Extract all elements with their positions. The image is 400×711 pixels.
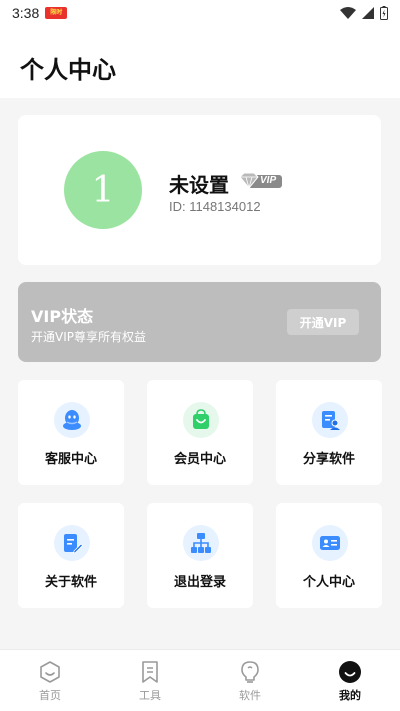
- vip-badge: VIP: [238, 172, 282, 190]
- avatar[interactable]: 1: [64, 151, 142, 229]
- user-id: ID: 1148134012: [169, 199, 261, 214]
- signal-icon: [362, 7, 374, 19]
- vip-status-banner: VIP状态 开通VIP尊享所有权益 开通VIP: [18, 282, 381, 362]
- status-bar: 3:38 限时: [0, 0, 400, 26]
- tile-label: 退出登录: [173, 575, 226, 590]
- tile-share-software[interactable]: 分享软件: [276, 380, 382, 485]
- tile-about-software[interactable]: 关于软件: [18, 503, 124, 608]
- edit-document-icon: [54, 525, 90, 561]
- notification-app-badge: 限时: [45, 7, 68, 19]
- tab-tools[interactable]: 工具: [100, 650, 200, 711]
- tile-personal-center[interactable]: 个人中心: [276, 503, 382, 608]
- tile-label: 客服中心: [44, 452, 97, 467]
- vip-status-description: 开通VIP尊享所有权益: [31, 330, 146, 344]
- id-card-icon: [312, 525, 348, 561]
- tile-label: 会员中心: [173, 452, 226, 467]
- customer-service-icon: [54, 402, 90, 438]
- share-document-icon: [312, 402, 348, 438]
- battery-icon: [380, 6, 388, 20]
- shopping-bag-icon: [183, 402, 219, 438]
- user-name: 未设置: [169, 173, 229, 197]
- wifi-icon: [340, 7, 356, 19]
- tab-label: 工具: [139, 689, 161, 702]
- tab-label: 软件: [239, 689, 261, 702]
- profile-smile-icon: [339, 661, 361, 683]
- page-title: 个人中心: [20, 56, 116, 84]
- tile-label: 关于软件: [44, 575, 97, 590]
- header: 个人中心: [0, 26, 400, 98]
- tile-customer-service[interactable]: 客服中心: [18, 380, 124, 485]
- bottom-tab-bar: 首页 工具 软件 我的: [0, 649, 400, 711]
- network-icon: [183, 525, 219, 561]
- tile-member-center[interactable]: 会员中心: [147, 380, 253, 485]
- tile-logout[interactable]: 退出登录: [147, 503, 253, 608]
- vip-status-title: VIP状态: [31, 307, 94, 326]
- open-vip-button[interactable]: 开通VIP: [287, 309, 359, 335]
- bookmark-icon: [142, 661, 158, 683]
- tab-mine[interactable]: 我的: [300, 650, 400, 711]
- profile-card[interactable]: 1 未设置 VIP ID: 1148134012: [18, 115, 381, 265]
- lightbulb-icon: [241, 661, 259, 683]
- status-time: 3:38: [12, 5, 40, 21]
- tile-label: 个人中心: [302, 575, 355, 590]
- avatar-text: 1: [91, 169, 115, 211]
- tab-home[interactable]: 首页: [0, 650, 100, 711]
- tile-label: 分享软件: [302, 452, 355, 467]
- tab-label: 首页: [39, 689, 61, 702]
- home-icon: [40, 661, 60, 683]
- vip-badge-text: VIP: [260, 175, 277, 186]
- tab-label: 我的: [339, 689, 361, 702]
- status-icons: [340, 6, 388, 20]
- tab-software[interactable]: 软件: [200, 650, 300, 711]
